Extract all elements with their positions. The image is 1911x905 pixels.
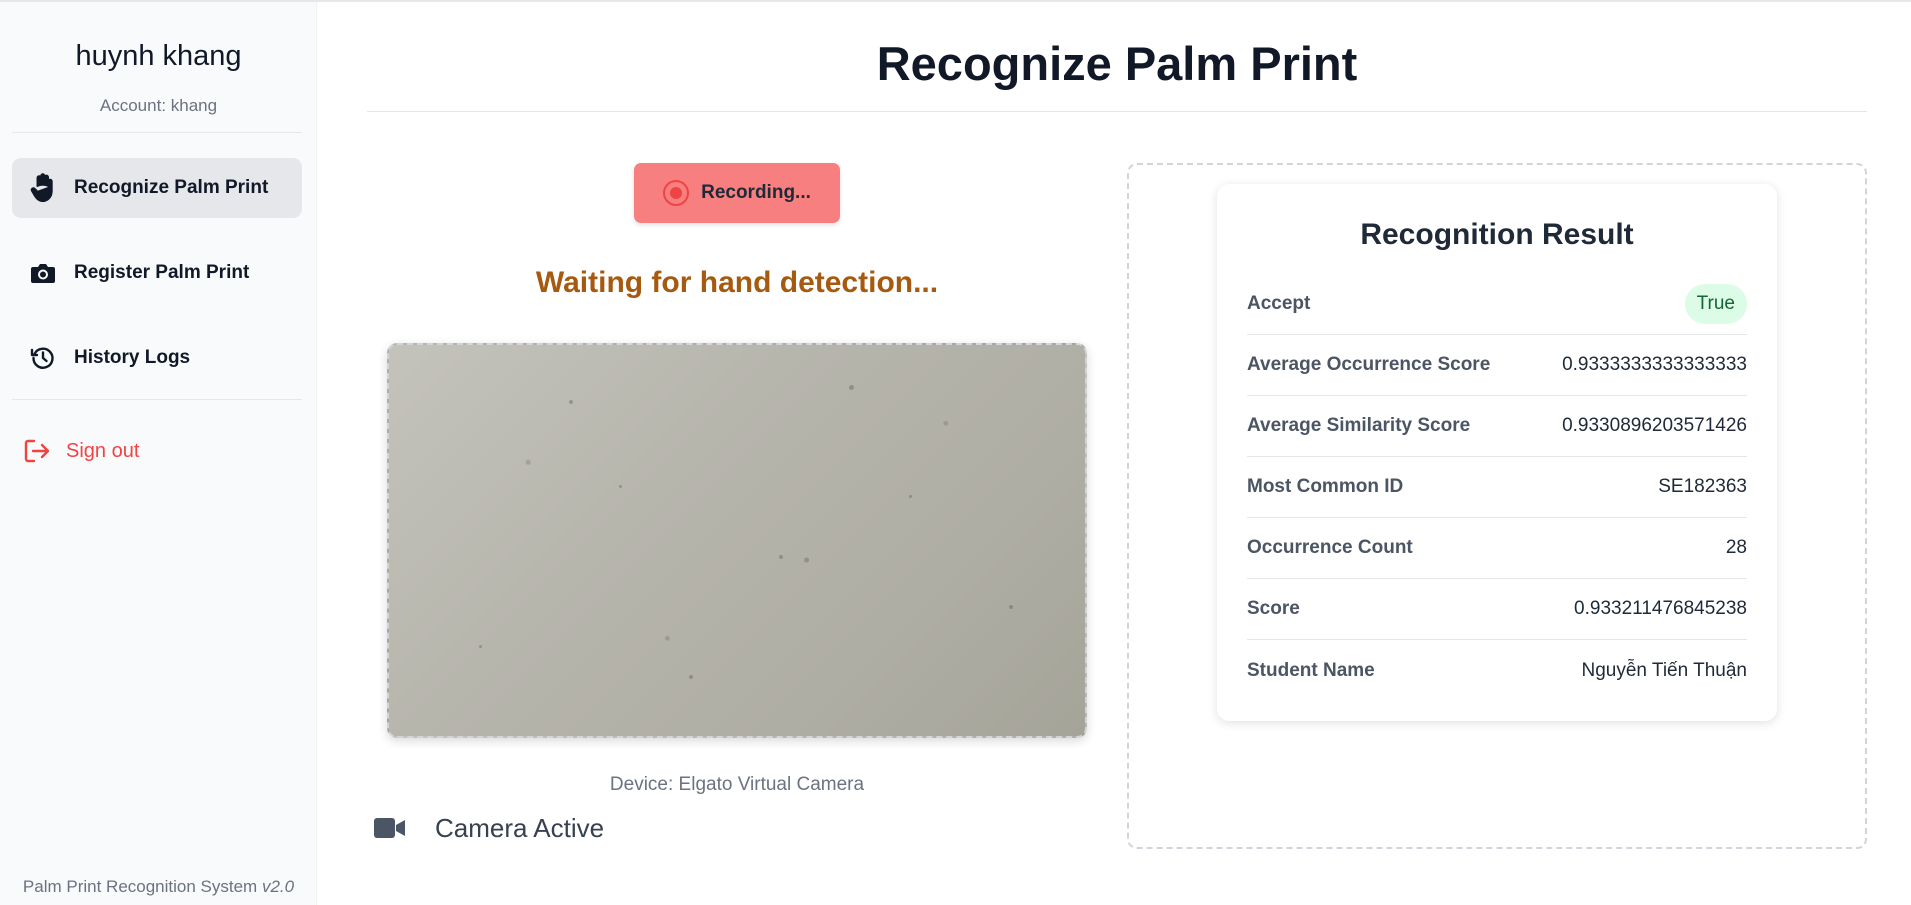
result-value: SE182363 bbox=[1658, 476, 1747, 497]
result-value: Nguyễn Tiến Thuận bbox=[1581, 659, 1748, 681]
video-camera-icon bbox=[374, 813, 410, 843]
recognition-result-card: Recognition Result Accept True Average O… bbox=[1217, 184, 1777, 721]
result-title: Recognition Result bbox=[1360, 218, 1634, 251]
result-row-accept: Accept True bbox=[1247, 274, 1747, 335]
result-row-most-common-id: Most Common ID SE182363 bbox=[1247, 457, 1747, 518]
history-icon bbox=[28, 343, 58, 373]
feed-texture bbox=[779, 555, 783, 559]
sidebar-item-label: Recognize Palm Print bbox=[74, 177, 269, 198]
result-key: Score bbox=[1247, 598, 1300, 619]
record-icon bbox=[663, 180, 690, 206]
recording-button[interactable]: Recording... bbox=[634, 163, 840, 223]
sidebar-divider bbox=[12, 132, 302, 133]
status-message: Waiting for hand detection... bbox=[535, 266, 939, 299]
result-key: Average Occurrence Score bbox=[1247, 354, 1491, 375]
result-row-student-name: Student Name Nguyễn Tiến Thuận bbox=[1247, 640, 1747, 701]
camera-status: Camera Active bbox=[374, 808, 604, 848]
result-value: 0.9330896203571426 bbox=[1562, 415, 1747, 436]
hand-icon bbox=[28, 173, 58, 203]
user-name: huynh khang bbox=[75, 40, 242, 72]
result-key: Average Similarity Score bbox=[1247, 415, 1471, 436]
sidebar-item-history-logs[interactable]: History Logs bbox=[12, 328, 302, 388]
camera-feed bbox=[387, 343, 1087, 738]
result-key: Accept bbox=[1247, 293, 1311, 314]
page-title: Recognize Palm Print bbox=[876, 37, 1358, 90]
version-label: v2.0 bbox=[261, 877, 295, 896]
result-row-occurrence-count: Occurrence Count 28 bbox=[1247, 518, 1747, 579]
user-account: Account: khang bbox=[99, 96, 218, 115]
device-label: Device: Elgato Virtual Camera bbox=[609, 774, 865, 795]
result-value: 28 bbox=[1725, 537, 1747, 558]
sidebar-item-label: History Logs bbox=[74, 347, 191, 368]
sign-out-button[interactable]: Sign out bbox=[12, 421, 302, 481]
footer-text: Palm Print Recognition System bbox=[22, 877, 262, 896]
sidebar-divider bbox=[12, 399, 302, 400]
camera-icon bbox=[28, 258, 58, 288]
sidebar: huynh khang Account: khang Recognize Pal… bbox=[0, 2, 317, 905]
result-row-score: Score 0.933211476845238 bbox=[1247, 579, 1747, 640]
result-value: 0.9333333333333333 bbox=[1562, 354, 1747, 375]
feed-texture bbox=[619, 485, 622, 488]
feed-texture bbox=[689, 675, 693, 679]
result-key: Most Common ID bbox=[1247, 476, 1404, 497]
result-key: Occurrence Count bbox=[1247, 537, 1413, 558]
feed-texture bbox=[1009, 605, 1013, 609]
sidebar-item-register-palm-print[interactable]: Register Palm Print bbox=[12, 243, 302, 303]
result-value: 0.933211476845238 bbox=[1574, 598, 1747, 619]
result-row-average-similarity-score: Average Similarity Score 0.9330896203571… bbox=[1247, 396, 1747, 457]
sign-out-icon bbox=[22, 436, 52, 466]
recording-button-label: Recording... bbox=[701, 182, 811, 203]
sidebar-item-recognize-palm-print[interactable]: Recognize Palm Print bbox=[12, 158, 302, 218]
feed-texture bbox=[479, 645, 482, 648]
feed-texture bbox=[849, 385, 854, 390]
accept-badge: True bbox=[1684, 284, 1747, 324]
camera-status-label: Camera Active bbox=[435, 812, 605, 843]
app-footer: Palm Print Recognition System v2.0 bbox=[0, 877, 317, 897]
feed-texture bbox=[909, 495, 912, 498]
sidebar-item-label: Register Palm Print bbox=[74, 262, 250, 283]
result-key: Student Name bbox=[1247, 659, 1375, 681]
title-divider bbox=[367, 111, 1867, 112]
feed-texture bbox=[569, 400, 573, 404]
sign-out-label: Sign out bbox=[66, 439, 140, 462]
result-row-average-occurrence-score: Average Occurrence Score 0.9333333333333… bbox=[1247, 335, 1747, 396]
